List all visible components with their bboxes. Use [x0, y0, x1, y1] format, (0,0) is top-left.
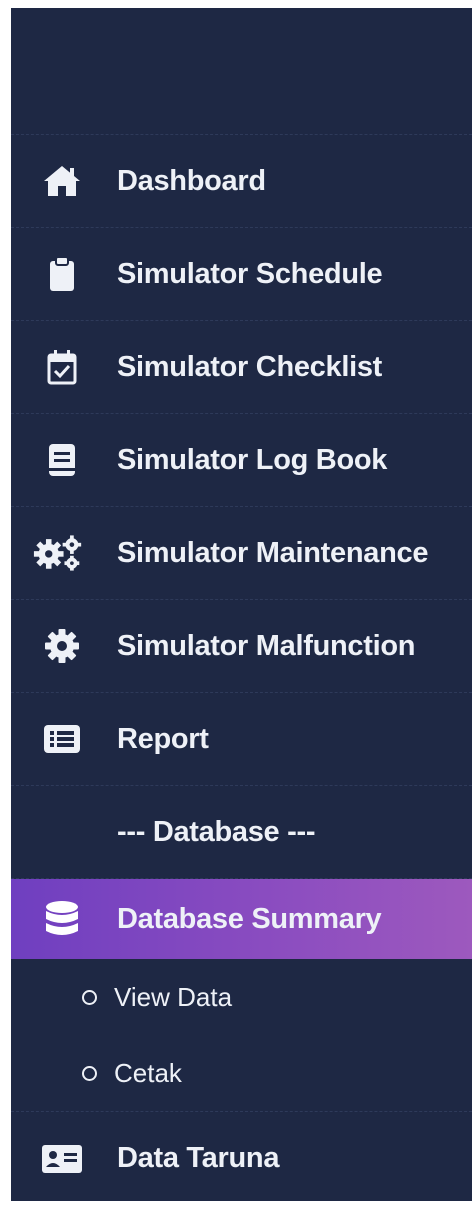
sidebar-subitem-view-data[interactable]: View Data — [11, 959, 472, 1035]
sidebar-item-label: Simulator Malfunction — [117, 629, 416, 662]
sidebar-subitem-label: Cetak — [114, 1057, 182, 1088]
calendar-check-icon — [37, 347, 87, 387]
sidebar-item-report[interactable]: Report — [11, 693, 472, 786]
book-icon — [37, 440, 87, 480]
sidebar-item-label: Database Summary — [117, 902, 382, 935]
sidebar-subitem-cetak[interactable]: Cetak — [11, 1035, 472, 1112]
home-icon — [37, 161, 87, 201]
circle-icon — [82, 1065, 97, 1081]
gears-icon — [33, 533, 83, 573]
sidebar-item-label: Simulator Maintenance — [117, 536, 429, 569]
sidebar-item-simulator-malfunction[interactable]: Simulator Malfunction — [11, 600, 472, 693]
clipboard-icon — [37, 254, 87, 294]
sidebar-item-database-summary[interactable]: Database Summary — [11, 879, 472, 959]
sidebar-item-simulator-log-book[interactable]: Simulator Log Book — [11, 414, 472, 507]
circle-icon — [82, 989, 97, 1005]
list-alt-icon — [37, 719, 87, 759]
sidebar-item-label: Data Taruna — [117, 1142, 280, 1174]
sidebar-subitem-label: View Data — [114, 981, 233, 1012]
sidebar-item-label: Dashboard — [117, 164, 266, 197]
sidebar-item-data-taruna[interactable]: Data Taruna — [11, 1112, 472, 1201]
sidebar-header — [11, 8, 472, 135]
sidebar: Dashboard Simulator Schedule Simulator C… — [11, 8, 472, 1201]
sidebar-section-header: --- Database --- — [11, 786, 472, 879]
id-card-icon — [37, 1139, 87, 1179]
sidebar-item-label: Report — [117, 722, 209, 755]
sidebar-item-label: Simulator Checklist — [117, 350, 383, 383]
gear-icon — [37, 626, 87, 666]
sidebar-item-label: Simulator Log Book — [117, 443, 388, 476]
section-label: --- Database --- — [117, 815, 316, 848]
sidebar-item-label: Simulator Schedule — [117, 257, 383, 290]
sidebar-item-simulator-schedule[interactable]: Simulator Schedule — [11, 228, 472, 321]
sidebar-item-simulator-checklist[interactable]: Simulator Checklist — [11, 321, 472, 414]
sidebar-item-dashboard[interactable]: Dashboard — [11, 135, 472, 228]
sidebar-item-simulator-maintenance[interactable]: Simulator Maintenance — [11, 507, 472, 600]
database-icon — [37, 899, 87, 939]
